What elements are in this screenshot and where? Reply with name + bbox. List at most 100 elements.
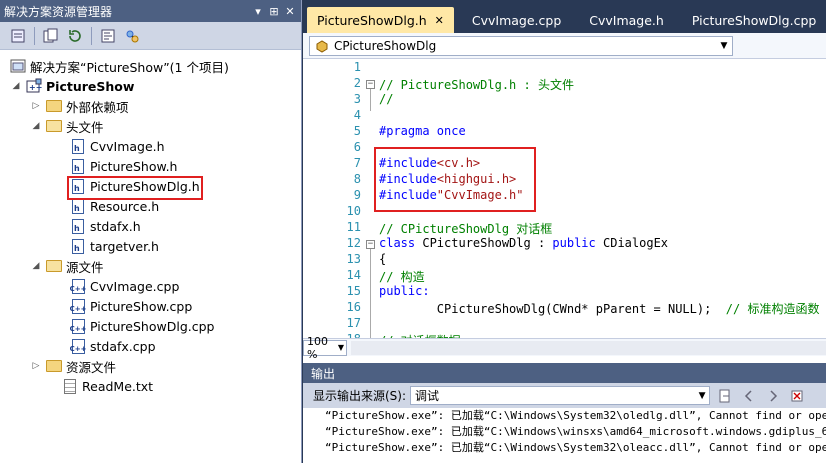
tab-cvv-image-h[interactable]: CvvImage.h — [579, 7, 674, 33]
tree-file-item[interactable]: h CvvImage.h — [70, 136, 165, 156]
open-folder-icon — [46, 258, 62, 274]
class-diagram-icon[interactable] — [122, 26, 142, 46]
next-message-icon[interactable] — [764, 387, 782, 405]
line-number: 1 — [353, 60, 361, 74]
line-number: 17 — [346, 316, 361, 330]
tree-file-item[interactable]: h PictureShow.h — [70, 156, 177, 176]
collapse-arrow-icon[interactable]: ◢ — [10, 76, 22, 96]
show-all-files-icon[interactable] — [41, 26, 61, 46]
line-number: 7 — [353, 156, 361, 170]
tree-file-item[interactable]: C++ PictureShowDlg.cpp — [70, 316, 214, 336]
toolbar-separator — [91, 26, 92, 45]
file-label: PictureShowDlg.cpp — [90, 318, 215, 334]
resource-folder-label: 资源文件 — [66, 359, 117, 375]
close-panel-button[interactable]: ✕ — [283, 5, 297, 18]
project-icon: ++ — [26, 78, 42, 94]
line-number: 10 — [346, 204, 361, 218]
header-file-icon: h — [70, 218, 86, 234]
refresh-icon[interactable] — [65, 26, 85, 46]
tree-file-item[interactable]: h targetver.h — [70, 236, 159, 256]
solution-explorer-title-bar: 解决方案资源管理器 ▾ ⊞ ✕ — [0, 0, 301, 22]
tab-label: PictureShowDlg.cpp — [691, 12, 817, 28]
tree-file-item[interactable]: ReadMe.txt — [46, 376, 153, 396]
outline-guide — [370, 249, 371, 338]
horizontal-scrollbar[interactable] — [351, 340, 826, 355]
tab-cvv-image-cpp[interactable]: CvvImage.cpp — [462, 7, 571, 33]
code-line: #pragma once — [379, 124, 466, 138]
properties-icon[interactable] — [8, 26, 28, 46]
project-node[interactable]: ◢ ++ PictureShow — [10, 76, 134, 96]
highlight-box — [67, 176, 203, 200]
line-number: 2 — [353, 76, 361, 90]
folder-icon — [46, 358, 62, 374]
collapse-region-icon[interactable]: − — [366, 80, 375, 89]
header-file-icon: h — [70, 198, 86, 214]
navigation-bar: CPictureShowDlg ▼ — [303, 33, 826, 59]
solution-node[interactable]: 解决方案“PictureShow”(1 个项目) — [10, 56, 229, 76]
folder-icon — [46, 98, 62, 114]
panel-menu-button[interactable]: ▾ — [251, 5, 265, 18]
solution-explorer-toolbar — [0, 22, 301, 50]
code-line: // CPictureShowDlg 对话框 — [379, 222, 553, 236]
output-source-value: 调试 — [415, 389, 440, 403]
view-code-icon[interactable] — [98, 26, 118, 46]
expand-arrow-icon[interactable]: ▷ — [30, 96, 42, 116]
header-file-icon: h — [70, 138, 86, 154]
highlight-box — [374, 147, 536, 212]
file-label: Resource.h — [90, 198, 160, 214]
output-title: 输出 — [311, 366, 336, 381]
file-label: targetver.h — [90, 238, 159, 254]
document-tabs: PictureShowDlg.h ✕ CvvImage.cpp CvvImage… — [303, 0, 826, 33]
line-number: 5 — [353, 124, 361, 138]
source-folder-node[interactable]: ◢ 源文件 — [30, 256, 104, 276]
output-source-label: 显示输出来源(S): — [313, 389, 407, 403]
collapse-arrow-icon[interactable]: ◢ — [30, 256, 42, 276]
line-number: 8 — [353, 172, 361, 186]
class-icon — [314, 38, 330, 54]
solution-label: 解决方案“PictureShow”(1 个项目) — [30, 59, 229, 75]
headers-folder-label: 头文件 — [66, 119, 104, 135]
pin-button[interactable]: ⊞ — [267, 5, 281, 18]
zoom-dropdown[interactable]: 100 % ▼ — [303, 335, 347, 361]
code-line: // — [379, 92, 394, 106]
code-line: CPictureShowDlg(CWnd* pParent = NULL); /… — [379, 302, 820, 316]
collapse-region-icon[interactable]: − — [366, 240, 375, 249]
output-lines: “PictureShow.exe”: 已加载“C:\Windows\System… — [303, 408, 826, 463]
cpp-file-icon: C++ — [70, 278, 86, 294]
clear-all-icon[interactable] — [788, 387, 806, 405]
tab-picture-show-dlg-h[interactable]: PictureShowDlg.h ✕ — [307, 7, 454, 33]
header-file-icon: h — [70, 158, 86, 174]
output-title-bar: 输出 — [303, 363, 826, 383]
code-area[interactable]: 1 2// PictureShowDlg.h : 头文件 3//4 5 #pragma … — [303, 59, 826, 338]
expand-arrow-icon[interactable]: ▷ — [30, 356, 42, 376]
class-dropdown[interactable]: CPictureShowDlg ▼ — [309, 35, 733, 56]
external-deps-node[interactable]: ▷ 外部依赖项 — [30, 96, 129, 116]
line-number: 12 — [346, 236, 361, 250]
tree-file-item[interactable]: C++ stdafx.cpp — [70, 336, 156, 356]
tree-file-item[interactable]: C++ CvvImage.cpp — [70, 276, 179, 296]
cpp-file-icon: C++ — [70, 318, 86, 334]
headers-folder-node[interactable]: ◢ 头文件 — [30, 116, 104, 136]
tree-file-item[interactable]: C++ PictureShow.cpp — [70, 296, 192, 316]
output-source-dropdown[interactable]: 调试 ▼ — [410, 386, 711, 405]
cpp-file-icon: C++ — [70, 298, 86, 314]
solution-explorer-title: 解决方案资源管理器 — [4, 4, 113, 19]
output-line: “PictureShow.exe”: 已加载“C:\Windows\winsxs… — [325, 425, 826, 438]
collapse-arrow-icon[interactable]: ◢ — [30, 116, 42, 136]
close-icon[interactable]: ✕ — [435, 14, 444, 27]
tab-picture-show-dlg-cpp[interactable]: PictureShowDlg.cpp — [682, 7, 826, 33]
external-deps-label: 外部依赖项 — [66, 99, 129, 115]
code-line: class CPictureShowDlg : public CDialogEx — [379, 236, 669, 250]
line-number: 11 — [346, 220, 361, 234]
go-to-location-icon[interactable] — [716, 387, 734, 405]
text-file-icon — [62, 378, 78, 394]
resource-folder-node[interactable]: ▷ 资源文件 — [30, 356, 116, 376]
tab-label: CvvImage.cpp — [471, 12, 562, 28]
tree-file-item[interactable]: h stdafx.h — [70, 216, 141, 236]
zoom-value: 100 % — [307, 334, 328, 361]
file-label: stdafx.h — [90, 218, 141, 234]
previous-message-icon[interactable] — [740, 387, 758, 405]
code-line: // 构造 — [379, 270, 425, 284]
outline-guide — [370, 89, 371, 111]
line-number: 16 — [346, 300, 361, 314]
